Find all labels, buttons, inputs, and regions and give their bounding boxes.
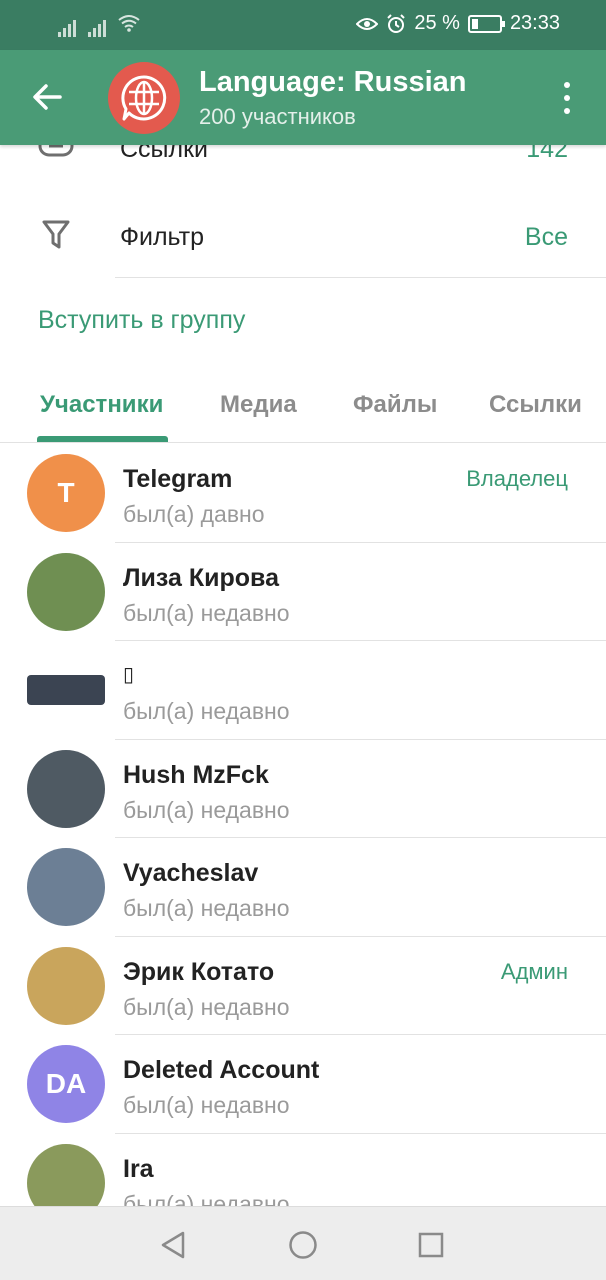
dot-icon <box>564 82 570 88</box>
group-info-content: Ссылки 142 Фильтр Все Вступить в группу … <box>0 145 606 1206</box>
avatar[interactable]: DA <box>27 1045 105 1123</box>
status-bar: 25 % 23:33 <box>0 0 606 50</box>
app-header: Language: Russian 200 участников <box>0 50 606 145</box>
signal-icon <box>88 19 106 37</box>
avatar[interactable] <box>27 1143 105 1206</box>
member-status: был(а) давно <box>123 501 265 527</box>
alarm-icon <box>386 13 406 34</box>
member-count: 200 участников <box>199 104 356 129</box>
member-status: был(а) недавно <box>123 599 290 626</box>
member-row[interactable]: Vyacheslav был(а) недавно <box>0 838 606 937</box>
join-group-button[interactable]: Вступить в группу <box>38 306 245 335</box>
avatar[interactable]: T <box>27 454 105 532</box>
member-row[interactable]: Hush MzFck был(а) недавно <box>0 740 606 838</box>
globe-chat-icon <box>121 75 167 121</box>
battery-level <box>471 18 479 29</box>
avatar-initials: DA <box>45 1068 87 1099</box>
home-nav-button[interactable] <box>283 1225 323 1265</box>
member-row[interactable]: DA Deleted Account был(а) недавно <box>0 1035 606 1134</box>
battery-icon <box>467 14 505 33</box>
wifi-icon <box>118 14 140 37</box>
avatar[interactable] <box>27 552 105 631</box>
filter-row[interactable]: Фильтр Все <box>0 197 606 277</box>
status-left <box>58 14 140 37</box>
avatar-initials: T <box>57 477 75 508</box>
member-name: Vyacheslav <box>123 859 259 887</box>
links-count: 142 <box>526 145 568 163</box>
filter-icon <box>42 219 70 256</box>
eye-icon <box>356 16 379 32</box>
member-status: был(а) недавно <box>123 1190 290 1207</box>
member-row[interactable]: Ira был(а) недавно <box>0 1134 606 1207</box>
avatar[interactable] <box>27 946 105 1025</box>
filter-label: Фильтр <box>120 223 204 251</box>
member-name: Deleted Account <box>123 1056 320 1084</box>
member-status: был(а) недавно <box>123 698 290 724</box>
status-right: 25 % 23:33 <box>356 12 560 35</box>
member-row[interactable]: ▯ был(а) недавно <box>0 641 606 740</box>
member-name: Эрик Котато <box>123 957 275 986</box>
back-button[interactable] <box>24 74 70 120</box>
member-role: Админ <box>500 958 568 984</box>
member-name: Ira <box>123 1154 154 1183</box>
tab-media[interactable]: Медиа <box>220 391 297 419</box>
back-nav-button[interactable] <box>153 1225 193 1265</box>
filter-value[interactable]: Все <box>525 223 568 252</box>
tab-files[interactable]: Файлы <box>353 391 437 419</box>
links-label: Ссылки <box>120 145 209 163</box>
member-status: был(а) недавно <box>123 993 290 1020</box>
avatar[interactable] <box>27 848 105 926</box>
signal-icon <box>58 19 76 37</box>
links-row[interactable]: Ссылки 142 <box>0 145 606 193</box>
member-name: Лиза Кирова <box>123 563 279 592</box>
avatar[interactable] <box>27 749 105 828</box>
navigation-bar <box>0 1206 606 1280</box>
member-status: был(а) недавно <box>123 796 290 823</box>
square-recents-icon <box>418 1232 444 1258</box>
arrow-left-icon <box>33 84 62 110</box>
member-row[interactable]: Лиза Кирова был(а) недавно <box>0 543 606 641</box>
triangle-back-icon <box>161 1231 185 1259</box>
battery-percent: 25 % <box>414 12 460 34</box>
link-icon <box>38 145 74 166</box>
member-name: ▯ <box>123 664 135 686</box>
member-role: Владелец <box>466 466 568 491</box>
member-status: был(а) недавно <box>123 895 290 921</box>
tab-bar: Участники Медиа Файлы Ссылки <box>0 373 606 443</box>
dot-icon <box>564 95 570 101</box>
avatar[interactable] <box>27 675 105 705</box>
group-avatar[interactable] <box>108 62 180 134</box>
recents-nav-button[interactable] <box>411 1225 451 1265</box>
member-name: Hush MzFck <box>123 760 269 789</box>
member-name: Telegram <box>123 465 233 493</box>
tab-links[interactable]: Ссылки <box>489 391 582 419</box>
more-options-button[interactable] <box>550 78 584 118</box>
tab-divider <box>0 442 606 443</box>
member-row[interactable]: T Telegram был(а) давно Владелец <box>0 444 606 543</box>
clock: 23:33 <box>509 12 560 34</box>
member-row[interactable]: Эрик Котато был(а) недавно Админ <box>0 937 606 1035</box>
member-status: был(а) недавно <box>123 1092 290 1118</box>
divider <box>115 277 606 278</box>
circle-home-icon <box>289 1231 317 1259</box>
group-title[interactable]: Language: Russian <box>199 66 467 99</box>
dot-icon <box>564 108 570 114</box>
tab-members[interactable]: Участники <box>40 391 163 419</box>
